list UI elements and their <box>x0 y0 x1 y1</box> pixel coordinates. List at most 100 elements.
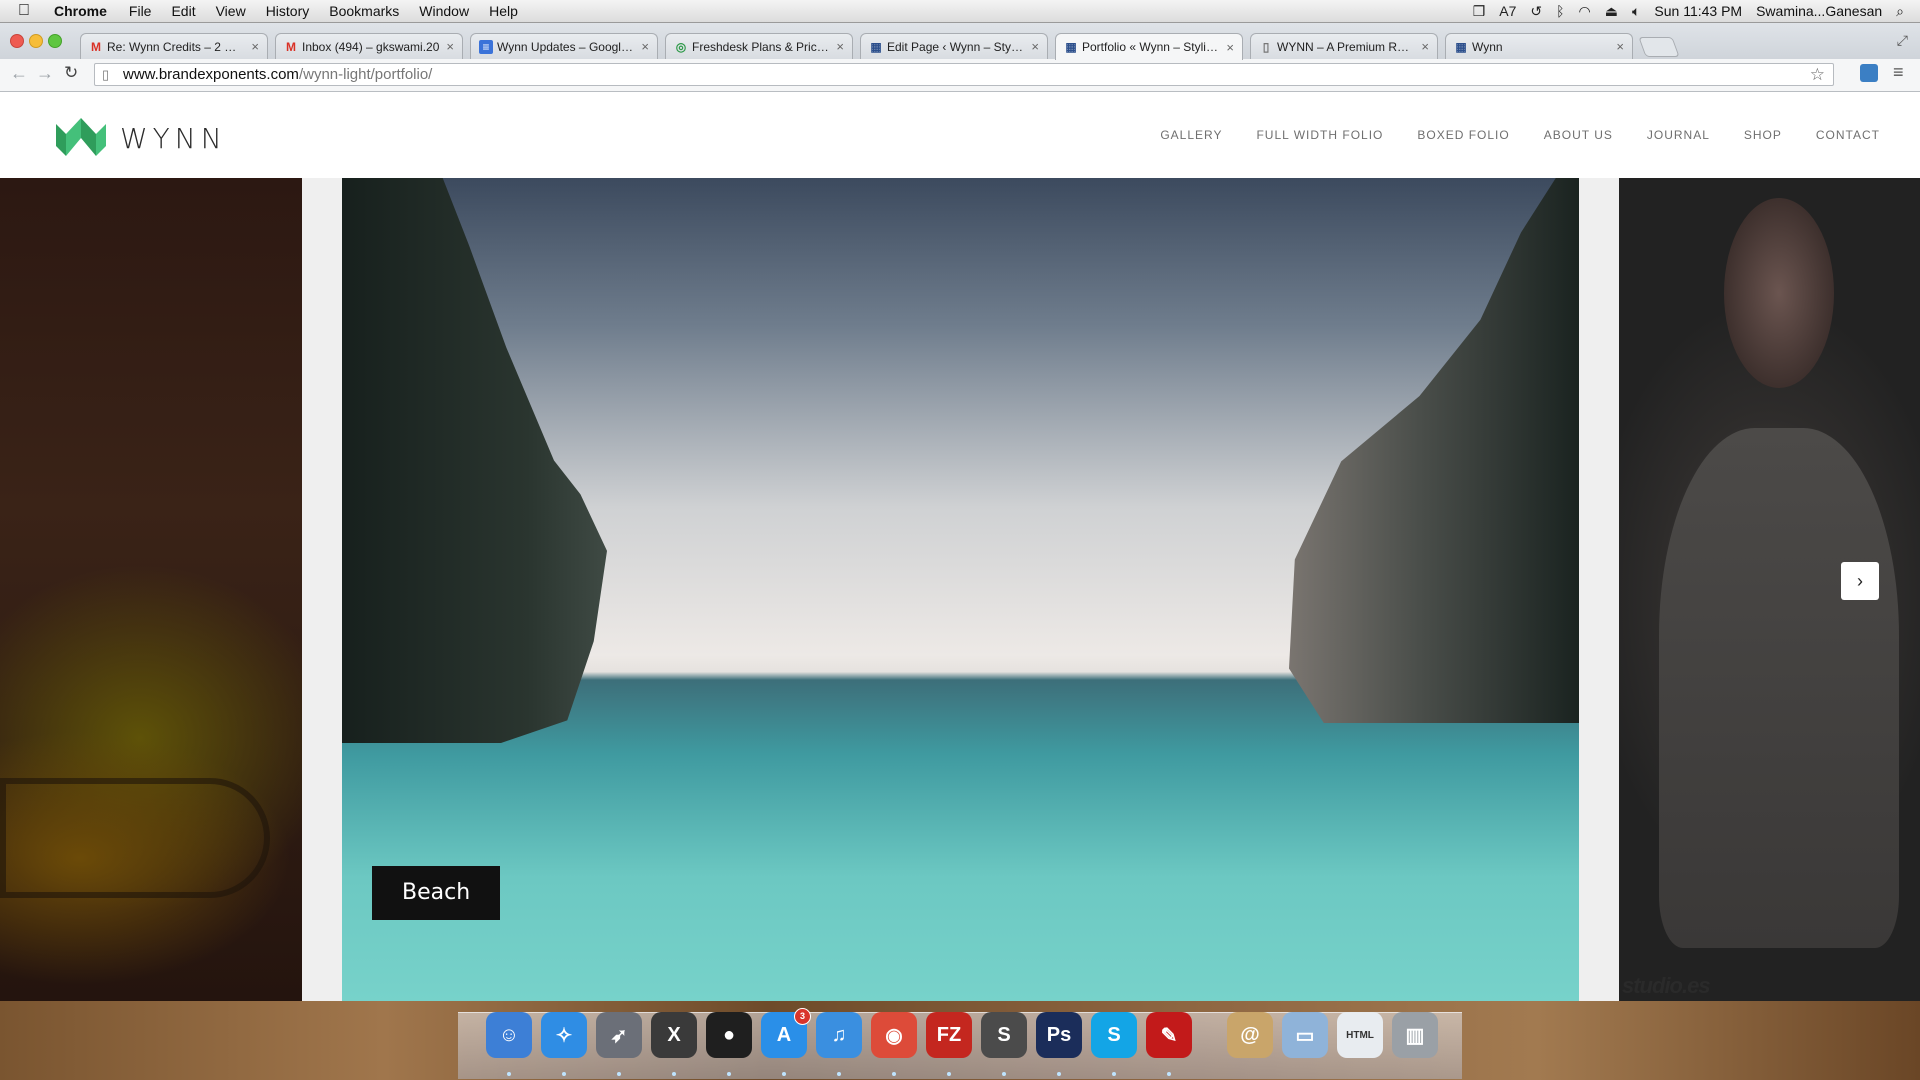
nav-about-us[interactable]: ABOUT US <box>1544 128 1613 142</box>
apple-menu-icon[interactable]:  <box>18 2 38 20</box>
close-tab-icon[interactable]: × <box>251 39 259 54</box>
volume-icon[interactable]: 🔈︎ <box>1632 3 1640 20</box>
fullscreen-icon[interactable]: ⤢ <box>1897 32 1908 49</box>
minimize-window-button[interactable] <box>29 34 43 48</box>
zoom-window-button[interactable] <box>48 34 62 48</box>
menu-view[interactable]: View <box>216 3 246 19</box>
launchpad-icon[interactable]: ➶ <box>596 1012 642 1058</box>
dashboard-icon[interactable]: ● <box>706 1012 752 1058</box>
site-icon: ▦ <box>1065 40 1077 54</box>
photoshop-icon[interactable]: Ps <box>1036 1012 1082 1058</box>
folder-icon[interactable]: ▭ <box>1282 1012 1328 1058</box>
wynn-logo-icon[interactable] <box>56 116 106 156</box>
running-indicator <box>1002 1072 1006 1076</box>
close-tab-icon[interactable]: × <box>1421 39 1429 54</box>
close-tab-icon[interactable]: × <box>641 39 649 54</box>
nav-full-width-folio[interactable]: FULL WIDTH FOLIO <box>1256 128 1383 142</box>
running-indicator <box>947 1072 951 1076</box>
running-indicator <box>1167 1072 1171 1076</box>
tab-title: Wynn <box>1472 39 1503 54</box>
nav-journal[interactable]: JOURNAL <box>1647 128 1710 142</box>
skype-icon[interactable]: S <box>1091 1012 1137 1058</box>
menu-bar-status-area: ❒ A7 ↺ ᛒ ◠ ⏏ 🔈︎ Sun 11:43 PM Swamina...G… <box>1473 0 1904 22</box>
current-slide-image[interactable]: Beach <box>342 178 1579 1001</box>
next-slide-button[interactable]: › <box>1841 562 1879 600</box>
acrobat-icon[interactable]: ✎ <box>1146 1012 1192 1058</box>
address-bar[interactable]: ▯ www.brandexponents.com/wynn-light/port… <box>94 63 1834 86</box>
freshdesk-icon: ◎ <box>675 39 687 54</box>
spotlight-search-icon[interactable]: ⌕ <box>1896 3 1904 20</box>
close-tab-icon[interactable]: × <box>1616 39 1624 54</box>
gmail-icon: M <box>286 39 296 54</box>
tab-edit-page[interactable]: ▦ Edit Page ‹ Wynn – Stylish × <box>860 33 1048 59</box>
nav-boxed-folio[interactable]: BOXED FOLIO <box>1417 128 1509 142</box>
portrait-head-shape <box>1724 198 1834 388</box>
close-window-button[interactable] <box>10 34 24 48</box>
site-icon: ▦ <box>870 39 882 54</box>
close-tab-icon[interactable]: × <box>1031 39 1039 54</box>
tab-wynn-credits[interactable]: M Re: Wynn Credits – 2 More × <box>80 33 268 59</box>
nav-contact[interactable]: CONTACT <box>1816 128 1880 142</box>
finder-icon[interactable]: ☺ <box>486 1012 532 1058</box>
menu-window[interactable]: Window <box>419 3 469 19</box>
right-cliff-shape <box>1289 178 1579 723</box>
main-nav: GALLERY FULL WIDTH FOLIO BOXED FOLIO ABO… <box>1160 128 1880 142</box>
app-menu-chrome[interactable]: Chrome <box>54 3 107 19</box>
running-indicator <box>782 1072 786 1076</box>
menu-help[interactable]: Help <box>489 3 518 19</box>
running-indicator <box>1057 1072 1061 1076</box>
tab-wynn-updates[interactable]: ≡ Wynn Updates – Google Dr × <box>470 33 658 59</box>
x11-icon[interactable]: X <box>651 1012 697 1058</box>
reload-icon[interactable]: ↻ <box>64 63 78 83</box>
html-document-icon[interactable]: HTML <box>1337 1012 1383 1058</box>
bluetooth-icon[interactable]: ᛒ <box>1556 3 1564 19</box>
web-page: WYNN GALLERY FULL WIDTH FOLIO BOXED FOLI… <box>0 92 1920 1001</box>
notification-count: 7 <box>1508 3 1517 19</box>
eject-icon[interactable]: ⏏ <box>1605 3 1618 20</box>
close-tab-icon[interactable]: × <box>836 39 844 54</box>
itunes-icon[interactable]: ♫ <box>816 1012 862 1058</box>
back-arrow-icon[interactable]: ← <box>10 63 28 84</box>
nav-shop[interactable]: SHOP <box>1744 128 1782 142</box>
close-tab-icon[interactable]: × <box>446 39 454 54</box>
filezilla-icon[interactable]: FZ <box>926 1012 972 1058</box>
notifications-label: A <box>1499 3 1509 19</box>
user-name[interactable]: Swamina...Ganesan <box>1756 3 1882 19</box>
menu-bookmarks[interactable]: Bookmarks <box>329 3 399 19</box>
sublime-text-icon[interactable]: S <box>981 1012 1027 1058</box>
nav-gallery[interactable]: GALLERY <box>1160 128 1222 142</box>
extension-icon[interactable] <box>1860 64 1878 82</box>
menu-edit[interactable]: Edit <box>171 3 195 19</box>
trash-icon[interactable]: ▥ <box>1392 1012 1438 1058</box>
evernote-icon[interactable]: ❒ <box>1473 3 1486 20</box>
slide-caption[interactable]: Beach <box>372 866 501 920</box>
tab-portfolio[interactable]: ▦ Portfolio « Wynn – Stylish P × <box>1055 33 1243 60</box>
tab-wynn-premium[interactable]: ▯ WYNN – A Premium Respo × <box>1250 33 1438 59</box>
site-header: WYNN GALLERY FULL WIDTH FOLIO BOXED FOLI… <box>0 92 1920 177</box>
tab-inbox[interactable]: M Inbox (494) – gkswami.20 × <box>275 33 463 59</box>
adobe-notifications-icon[interactable]: A7 <box>1499 3 1516 19</box>
hamburger-menu-icon[interactable]: ≡ <box>1893 62 1904 83</box>
clock[interactable]: Sun 11:43 PM <box>1654 3 1742 19</box>
skype-glyph: S <box>1107 1023 1121 1046</box>
previous-slide-image[interactable] <box>0 178 302 1001</box>
time-machine-icon[interactable]: ↺ <box>1530 3 1542 20</box>
trash-glyph: ▥ <box>1405 1024 1425 1047</box>
wifi-icon[interactable]: ◠ <box>1579 3 1591 20</box>
app-store-icon[interactable]: A3 <box>761 1008 811 1058</box>
safari-icon[interactable]: ✧ <box>541 1012 587 1058</box>
docs-icon: ≡ <box>479 39 493 54</box>
menu-file[interactable]: File <box>129 3 152 19</box>
tab-wynn[interactable]: ▦ Wynn × <box>1445 33 1633 59</box>
forward-arrow-icon[interactable]: → <box>36 63 54 84</box>
menu-history[interactable]: History <box>266 3 310 19</box>
new-tab-button[interactable] <box>1638 37 1680 57</box>
page-icon: ▯ <box>1262 39 1270 54</box>
contacts-icon[interactable]: @ <box>1227 1012 1273 1058</box>
bookmark-star-icon[interactable]: ☆ <box>1810 65 1825 85</box>
close-tab-icon[interactable]: × <box>1226 40 1234 55</box>
logo-text[interactable]: WYNN <box>120 122 227 155</box>
chrome-icon[interactable]: ◉ <box>871 1012 917 1058</box>
tab-freshdesk[interactable]: ◎ Freshdesk Plans & Pricing × <box>665 33 853 59</box>
x11-glyph: X <box>667 1023 681 1046</box>
